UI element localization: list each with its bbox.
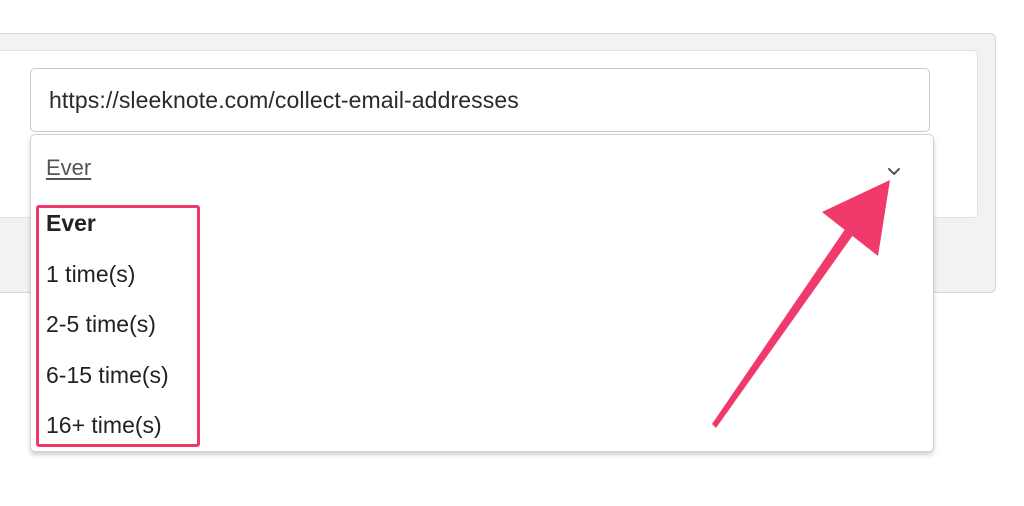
screenshot-stage: https://sleeknote.com/collect-email-addr…: [0, 0, 1024, 506]
dropdown-option-16-plus-times[interactable]: 16+ time(s): [46, 412, 162, 439]
dropdown-option-ever[interactable]: Ever: [46, 210, 96, 237]
dropdown-selected-value[interactable]: Ever: [46, 155, 91, 181]
dropdown-option-6-15-times[interactable]: 6-15 time(s): [46, 362, 169, 389]
frequency-dropdown[interactable]: Ever Ever 1 time(s) 2-5 time(s) 6-15 tim…: [30, 134, 934, 452]
url-input-value: https://sleeknote.com/collect-email-addr…: [49, 86, 519, 113]
dropdown-option-2-5-times[interactable]: 2-5 time(s): [46, 311, 156, 338]
chevron-down-icon[interactable]: [884, 161, 904, 181]
url-input[interactable]: https://sleeknote.com/collect-email-addr…: [30, 68, 930, 132]
dropdown-option-1-time[interactable]: 1 time(s): [46, 261, 135, 288]
